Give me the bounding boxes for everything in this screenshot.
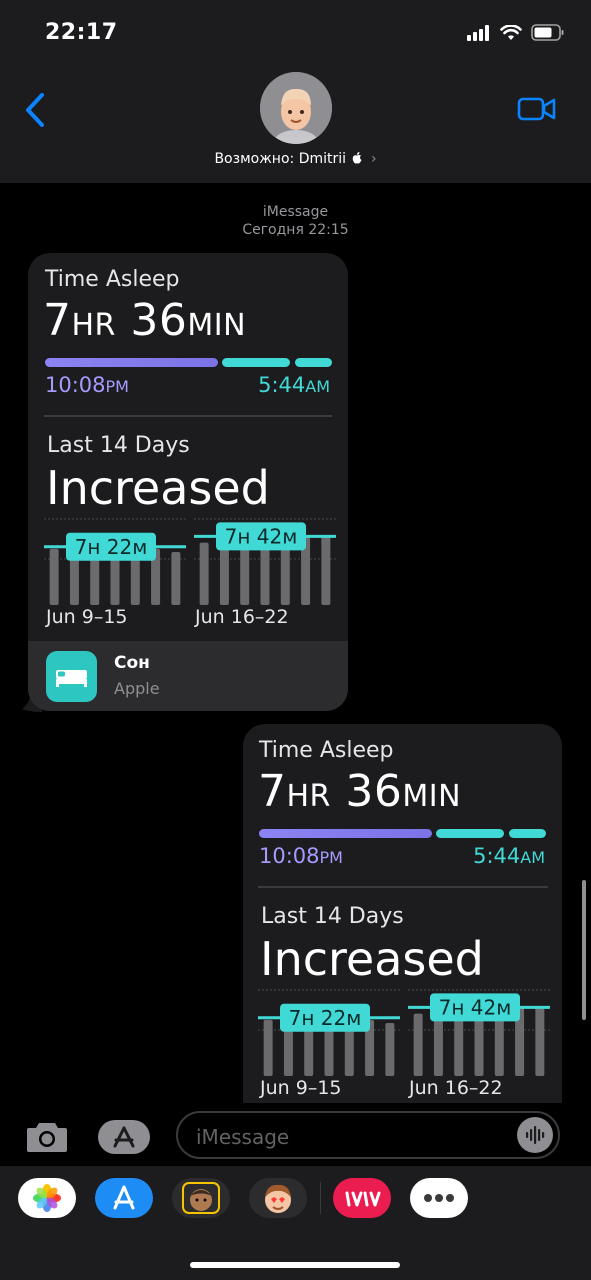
week2-chart: 7н 42м (194, 518, 336, 605)
average-label: 7н 42м (439, 995, 512, 1019)
microphone-waveform-icon (526, 1126, 545, 1144)
last-14-days-label: Last 14 Days (47, 433, 190, 458)
wifi-icon (500, 24, 522, 40)
week2-chart: 7н 42м (408, 989, 550, 1076)
app-store-icon (113, 1126, 135, 1148)
trend-value: Increased (260, 932, 484, 986)
home-indicator[interactable] (190, 1262, 400, 1268)
memoji-heart-eyes-icon (265, 1184, 291, 1213)
app-store-app-button[interactable] (95, 1178, 153, 1218)
chevron-right-icon: › (370, 151, 377, 167)
scroll-indicator[interactable] (582, 880, 586, 1020)
average-label: 7н 22м (289, 1006, 362, 1030)
wake-time: 5:44AM (473, 844, 545, 868)
animoji-button[interactable] (249, 1178, 307, 1218)
average-label: 7н 42м (225, 524, 298, 548)
time-asleep-value: 7HR 36MIN (258, 766, 462, 817)
bed-icon (56, 670, 87, 687)
app-store-button[interactable] (98, 1120, 150, 1154)
wake-time: 5:44AM (258, 373, 330, 397)
contact-name-label: Возможно: Dmitrii (214, 151, 347, 167)
memoji-icon (182, 1182, 220, 1214)
contact-name[interactable]: Возможно: Dmitrii › (0, 151, 591, 167)
status-icons (467, 24, 565, 41)
ivi-icon (345, 1191, 381, 1207)
chart-bar (321, 536, 331, 605)
back-chevron-icon[interactable] (20, 90, 50, 130)
camera-icon[interactable] (25, 1120, 69, 1154)
sleep-bar-awake (509, 829, 546, 838)
conversation-header: 22:17 Возможно: Dmitrii › (0, 0, 591, 183)
chart-bar (385, 1022, 395, 1076)
week2-label: Jun 16–22 (195, 606, 289, 628)
service-label: iMessage (262, 204, 329, 220)
app-attribution[interactable]: Сон Apple (28, 641, 348, 711)
battery-icon (531, 24, 564, 41)
card-divider (258, 886, 548, 888)
time-asleep-title: Time Asleep (45, 267, 180, 292)
chart-bar (171, 551, 181, 605)
memoji-stickers-button[interactable] (172, 1178, 230, 1218)
cellular-signal-icon (467, 24, 489, 41)
week1-label: Jun 9–15 (260, 1077, 342, 1099)
sleep-bar-core (45, 358, 218, 367)
memoji-avatar-icon (260, 72, 332, 144)
more-icon (424, 1194, 454, 1202)
sleep-card-sent[interactable]: Time Asleep 7HR 36MIN 10:08PM 5:44AM Las… (243, 724, 562, 1124)
sleep-card-received[interactable]: Time Asleep 7HR 36MIN 10:08PM 5:44AM Las… (28, 253, 348, 711)
bed-time: 10:08PM (259, 844, 343, 868)
drawer-separator (320, 1182, 321, 1214)
trend-value: Increased (46, 461, 270, 515)
bed-time: 10:08PM (45, 373, 129, 397)
sleep-bar-rem (436, 829, 504, 838)
time-asleep-value: 7HR 36MIN (43, 295, 247, 346)
sleep-app-icon (46, 651, 97, 702)
card-divider (44, 415, 332, 417)
avatar[interactable] (260, 72, 332, 144)
photos-icon (33, 1184, 61, 1212)
more-apps-button[interactable] (410, 1178, 468, 1218)
chart-bar (535, 1007, 545, 1076)
week1-chart: 7н 22м (258, 989, 400, 1076)
voice-message-button[interactable] (517, 1117, 553, 1153)
message-input-placeholder: iMessage (196, 1125, 290, 1149)
apple-logo-icon (353, 152, 362, 164)
last-14-days-label: Last 14 Days (261, 904, 404, 929)
app-developer: Apple (114, 679, 160, 698)
sleep-bar-core (259, 829, 432, 838)
chart-bar (199, 542, 209, 605)
chart-bar (263, 1019, 273, 1076)
week2-label: Jun 16–22 (409, 1077, 503, 1099)
photos-app-button[interactable] (18, 1178, 76, 1218)
time-asleep-title: Time Asleep (259, 738, 394, 763)
app-name: Сон (114, 653, 150, 673)
week1-chart: 7н 22м (44, 518, 186, 605)
ivi-app-button[interactable] (333, 1178, 391, 1218)
video-camera-icon[interactable] (517, 95, 557, 123)
compose-bar: iMessage (0, 1103, 591, 1165)
week1-label: Jun 9–15 (46, 606, 128, 628)
status-time: 22:17 (45, 20, 118, 45)
sleep-bar-awake (295, 358, 332, 367)
average-label: 7н 22м (75, 535, 148, 559)
chart-bar (49, 548, 59, 605)
chart-bar (413, 1013, 423, 1076)
message-input[interactable]: iMessage (176, 1111, 560, 1159)
sleep-bar-rem (222, 358, 290, 367)
message-timestamp: Сегодня 22:15 (242, 222, 349, 238)
app-store-icon (113, 1185, 135, 1210)
